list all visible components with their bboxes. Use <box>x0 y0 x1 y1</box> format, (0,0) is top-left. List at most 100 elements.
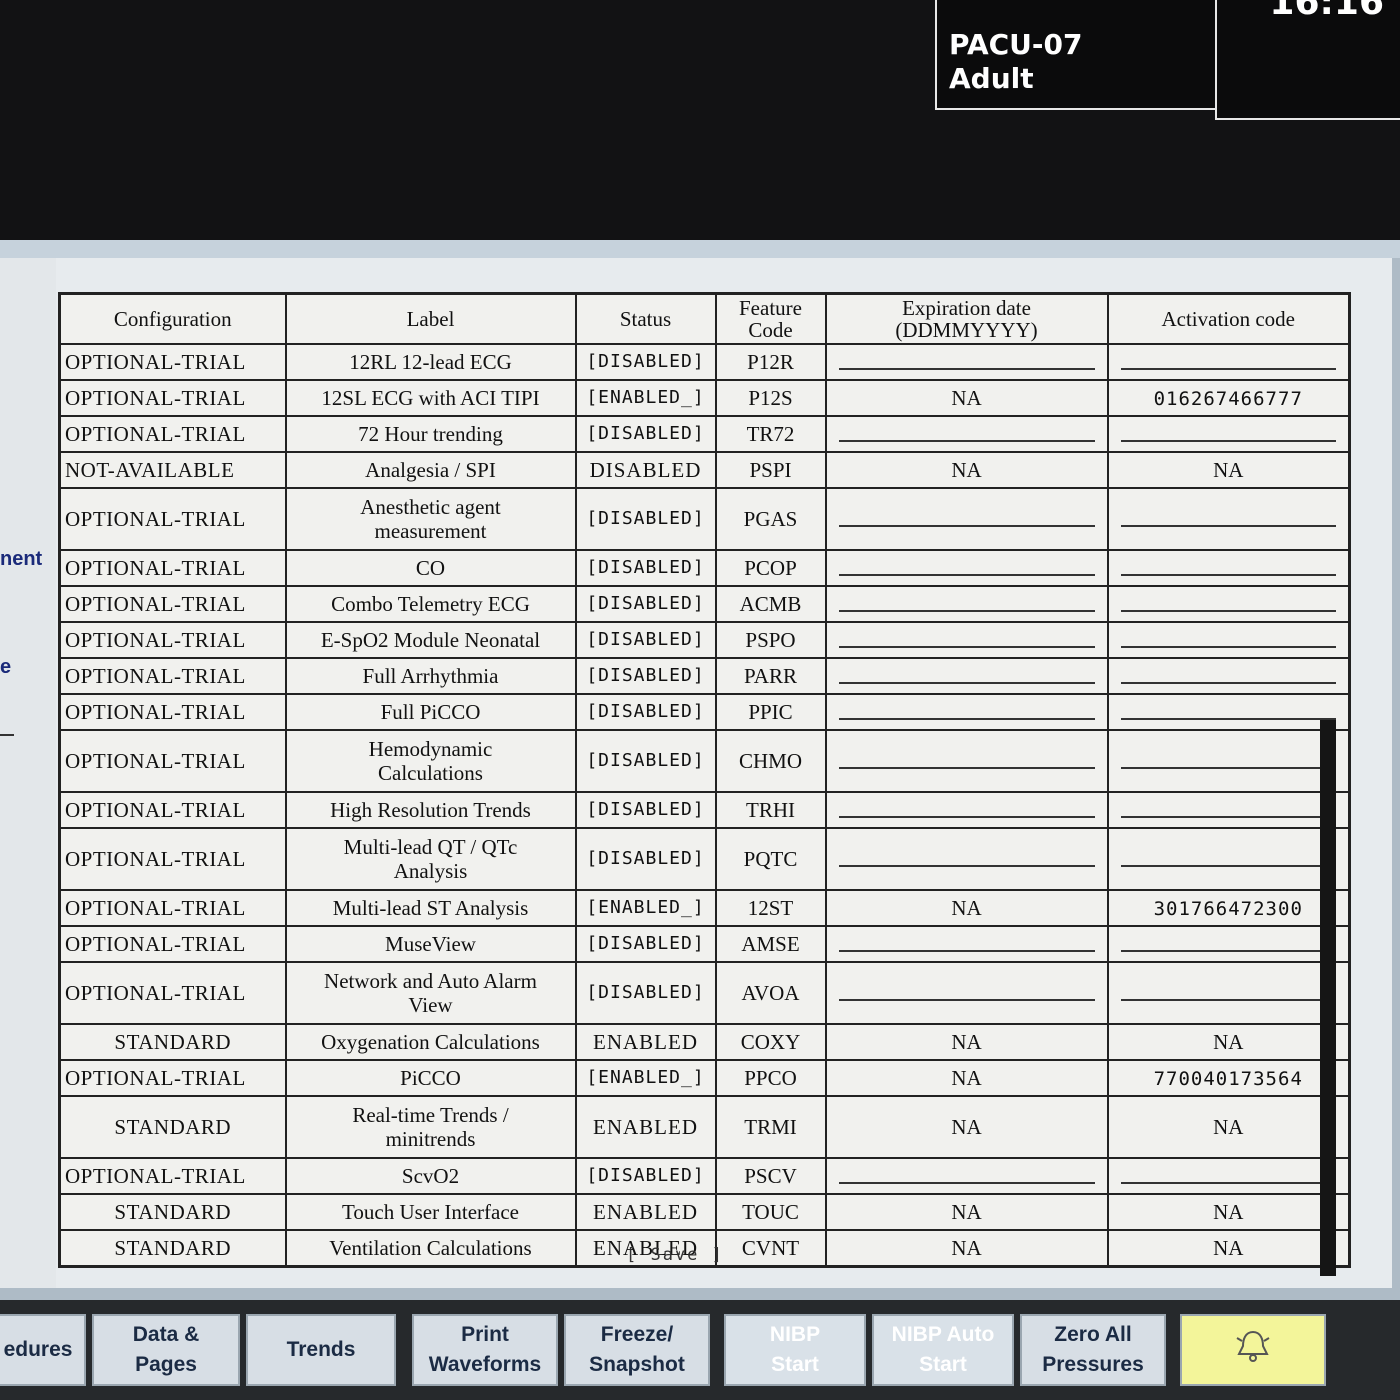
input-underline[interactable] <box>1120 610 1336 612</box>
status-toggle[interactable]: [ENABLED_] <box>574 379 717 417</box>
feature-code-cell: TRMI <box>714 1095 827 1159</box>
expiration-field[interactable] <box>824 791 1109 829</box>
activation-code-field[interactable] <box>1106 827 1351 891</box>
activation-code-field[interactable] <box>1106 693 1351 731</box>
status-toggle[interactable]: [DISABLED] <box>574 487 717 551</box>
input-underline[interactable] <box>1120 1182 1336 1184</box>
input-underline[interactable] <box>838 610 1095 612</box>
label-cell: CO <box>284 549 577 587</box>
input-underline[interactable] <box>838 368 1095 370</box>
input-underline[interactable] <box>838 999 1095 1001</box>
input-underline[interactable] <box>838 574 1095 576</box>
scrollbar[interactable] <box>1320 720 1336 1276</box>
activation-code-field[interactable] <box>1106 343 1351 381</box>
status-toggle[interactable]: [DISABLED] <box>574 961 717 1025</box>
feature-code-cell: TRHI <box>714 791 827 829</box>
activation-code-field[interactable] <box>1106 657 1351 695</box>
status-toggle[interactable]: [DISABLED] <box>574 343 717 381</box>
status-toggle[interactable]: ENABLED <box>574 1193 717 1231</box>
left-menu-fragment[interactable]: nent <box>0 548 42 571</box>
alarm-softkey[interactable] <box>1180 1314 1326 1386</box>
status-toggle[interactable]: [DISABLED] <box>574 657 717 695</box>
softkey[interactable]: Trends <box>246 1314 396 1386</box>
input-underline[interactable] <box>1120 646 1336 648</box>
status-toggle[interactable]: [DISABLED] <box>574 791 717 829</box>
input-underline[interactable] <box>1120 950 1336 952</box>
activation-code-field[interactable] <box>1106 729 1351 793</box>
softkey[interactable]: Data & Pages <box>92 1314 240 1386</box>
clock-box: 16:16 <box>1215 0 1400 120</box>
save-button[interactable]: [ Save ] <box>620 1244 730 1266</box>
input-underline[interactable] <box>1120 816 1336 818</box>
input-underline[interactable] <box>1120 718 1336 720</box>
input-underline[interactable] <box>1120 682 1336 684</box>
label-cell: Hemodynamic Calculations <box>284 729 577 793</box>
status-toggle[interactable]: [DISABLED] <box>574 585 717 623</box>
input-underline[interactable] <box>1120 525 1336 527</box>
status-toggle[interactable]: ENABLED <box>574 1023 717 1061</box>
expiration-field[interactable] <box>824 729 1109 793</box>
status-toggle[interactable]: [DISABLED] <box>574 925 717 963</box>
expiration-field[interactable] <box>824 1157 1109 1195</box>
activation-code-field[interactable] <box>1106 549 1351 587</box>
expiration-field[interactable] <box>824 343 1109 381</box>
expiration-field[interactable] <box>824 827 1109 891</box>
input-underline[interactable] <box>1120 865 1336 867</box>
expiration-field[interactable] <box>824 657 1109 695</box>
window-title-bar <box>0 240 1400 258</box>
input-underline[interactable] <box>838 950 1095 952</box>
expiration-field[interactable] <box>824 621 1109 659</box>
status-toggle[interactable]: [DISABLED] <box>574 729 717 793</box>
softkey[interactable]: Print Waveforms <box>412 1314 558 1386</box>
status-toggle[interactable]: [DISABLED] <box>574 415 717 453</box>
status-toggle[interactable]: [DISABLED] <box>574 549 717 587</box>
status-toggle[interactable]: DISABLED <box>574 451 717 489</box>
status-toggle[interactable]: [ENABLED_] <box>574 889 717 927</box>
left-menu-fragment[interactable]: e <box>0 656 11 679</box>
input-underline[interactable] <box>838 525 1095 527</box>
input-underline[interactable] <box>1120 767 1336 769</box>
activation-code-field[interactable] <box>1106 585 1351 623</box>
expiration-field[interactable] <box>824 693 1109 731</box>
status-toggle[interactable]: [DISABLED] <box>574 621 717 659</box>
expiration-field[interactable] <box>824 549 1109 587</box>
input-underline[interactable] <box>838 682 1095 684</box>
expiration-field[interactable] <box>824 585 1109 623</box>
input-underline[interactable] <box>838 816 1095 818</box>
feature-config-window: nent e Configuration Label Status Featur… <box>0 240 1400 1300</box>
status-toggle[interactable]: [DISABLED] <box>574 827 717 891</box>
table-row: OPTIONAL-TRIAL Hemodynamic Calculations [D… <box>58 729 1351 793</box>
config-cell: OPTIONAL-TRIAL <box>58 693 287 731</box>
input-underline[interactable] <box>1120 574 1336 576</box>
activation-code-field[interactable] <box>1106 621 1351 659</box>
patient-info-box[interactable]: PACU-07 Adult <box>935 0 1219 110</box>
config-cell: OPTIONAL-TRIAL <box>58 657 287 695</box>
status-toggle[interactable]: ENABLED <box>574 1095 717 1159</box>
input-underline[interactable] <box>838 440 1095 442</box>
expiration-field[interactable] <box>824 415 1109 453</box>
softkey[interactable]: edures <box>0 1314 86 1386</box>
status-toggle[interactable]: [ENABLED_] <box>574 1059 717 1097</box>
input-underline[interactable] <box>838 646 1095 648</box>
status-toggle[interactable]: [DISABLED] <box>574 693 717 731</box>
input-underline[interactable] <box>838 718 1095 720</box>
input-underline[interactable] <box>1120 368 1336 370</box>
activation-code-field[interactable] <box>1106 925 1351 963</box>
input-underline[interactable] <box>838 767 1095 769</box>
activation-code-field[interactable] <box>1106 487 1351 551</box>
expiration-field[interactable] <box>824 925 1109 963</box>
softkey[interactable]: Zero All Pressures <box>1020 1314 1166 1386</box>
activation-code-field[interactable] <box>1106 1157 1351 1195</box>
input-underline[interactable] <box>1120 440 1336 442</box>
input-underline[interactable] <box>838 1182 1095 1184</box>
activation-code-field[interactable] <box>1106 961 1351 1025</box>
expiration-field[interactable] <box>824 487 1109 551</box>
activation-code-field[interactable] <box>1106 791 1351 829</box>
input-underline[interactable] <box>838 865 1095 867</box>
input-underline[interactable] <box>1120 999 1336 1001</box>
activation-code-field[interactable] <box>1106 415 1351 453</box>
status-toggle[interactable]: [DISABLED] <box>574 1157 717 1195</box>
table-row: STANDARD Real-time Trends / minitrends ENA… <box>58 1095 1351 1159</box>
expiration-field[interactable] <box>824 961 1109 1025</box>
softkey[interactable]: Freeze/ Snapshot <box>564 1314 710 1386</box>
